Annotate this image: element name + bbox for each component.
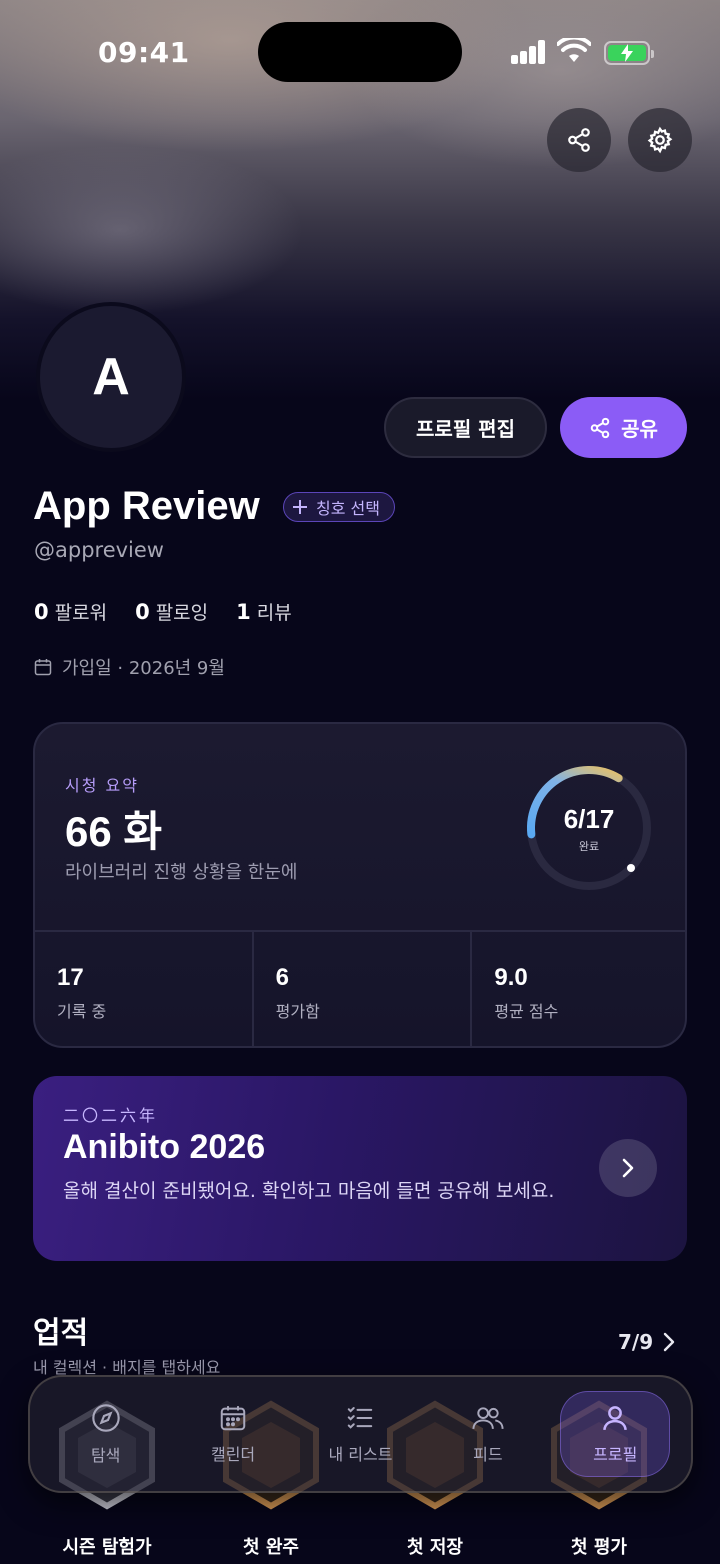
- joined-date: 가입일 · 2026년 9월: [34, 654, 225, 680]
- share-icon: [568, 128, 590, 152]
- recap-kicker: 二〇二六年: [63, 1106, 159, 1125]
- watch-summary-card[interactable]: 시청 요약 66 화 라이브러리 진행 상황을 한눈에 6/17 완료 17 기…: [33, 722, 687, 1048]
- tab-explore[interactable]: 탐색: [51, 1391, 161, 1477]
- people-icon: [472, 1407, 504, 1430]
- dynamic-island: [258, 22, 462, 82]
- chevron-right-icon: [622, 1158, 634, 1178]
- profile-name: App Review: [33, 484, 260, 528]
- share-button-label: 공유: [621, 417, 658, 441]
- tab-label: 캘린더: [210, 1445, 256, 1464]
- badge-name: 첫 완주: [243, 1537, 299, 1558]
- cellular-signal-icon: [511, 40, 547, 64]
- recap-open-button[interactable]: [599, 1139, 657, 1197]
- followers-label: 팔로워: [54, 602, 108, 624]
- stat-rated[interactable]: 6 평가함: [254, 932, 473, 1046]
- following-label: 팔로잉: [155, 602, 209, 624]
- followers-stat[interactable]: 0 팔로워: [34, 598, 107, 625]
- plus-icon: [293, 500, 307, 514]
- follow-stats: 0 팔로워 0 팔로잉 1 리뷰: [34, 598, 292, 625]
- tab-my-list[interactable]: 내 리스트: [305, 1391, 415, 1477]
- followers-count: 0: [34, 600, 49, 624]
- tab-label: 탐색: [90, 1446, 121, 1465]
- achievements-count: 7/9: [618, 1330, 654, 1354]
- badge-name: 첫 저장: [407, 1537, 463, 1558]
- badge-name: 시즌 탐험가: [62, 1537, 152, 1558]
- share-icon: [590, 417, 610, 438]
- following-stat[interactable]: 0 팔로잉: [135, 598, 208, 625]
- badge-name: 첫 평가: [571, 1537, 627, 1558]
- reviews-stat[interactable]: 1 리뷰: [236, 598, 292, 625]
- summary-stats: 17 기록 중 6 평가함 9.0 평균 점수: [35, 930, 685, 1046]
- wifi-icon: [557, 38, 591, 62]
- select-title-chip[interactable]: 칭호 선택: [283, 492, 395, 522]
- status-time: 09:41: [98, 36, 190, 69]
- tab-profile[interactable]: 프로필: [560, 1391, 671, 1477]
- tab-label: 내 리스트: [328, 1445, 393, 1464]
- bottom-tab-bar: 탐색 캘린더 내 리스트 피드 프로필: [28, 1375, 693, 1493]
- joined-text: 가입일 · 2026년 9월: [62, 658, 225, 679]
- select-title-label: 칭호 선택: [316, 499, 380, 518]
- progress-ring-dot: [627, 864, 635, 872]
- tab-calendar[interactable]: 캘린더: [178, 1391, 288, 1477]
- stat-value: 6: [275, 964, 290, 991]
- stat-label: 평가함: [275, 1002, 320, 1021]
- calendar-icon: [220, 1406, 246, 1431]
- stat-value: 17: [57, 964, 84, 991]
- stat-average-score[interactable]: 9.0 평균 점수: [472, 932, 685, 1046]
- progress-label: 완료: [578, 840, 600, 853]
- following-count: 0: [135, 600, 150, 624]
- stat-label: 평균 점수: [494, 1002, 559, 1021]
- tab-feed[interactable]: 피드: [433, 1391, 543, 1477]
- person-icon: [603, 1406, 628, 1431]
- yearly-recap-banner[interactable]: 二〇二六年 Anibito 2026 올해 결산이 준비됐어요. 확인하고 마음…: [33, 1076, 687, 1261]
- achievements-count-link[interactable]: 7/9: [618, 1330, 675, 1354]
- profile-handle: @appreview: [34, 538, 164, 562]
- tab-label: 피드: [473, 1445, 503, 1464]
- battery-icon: [604, 41, 654, 65]
- progress-value: 6/17: [563, 804, 615, 834]
- edit-profile-button[interactable]: 프로필 편집: [384, 397, 547, 458]
- stat-value: 9.0: [494, 964, 528, 991]
- summary-subtitle: 라이브러리 진행 상황을 한눈에: [65, 862, 298, 883]
- compass-icon: [91, 1404, 120, 1432]
- share-profile-button[interactable]: [547, 108, 611, 172]
- share-button[interactable]: 공유: [560, 397, 687, 458]
- summary-label: 시청 요약: [65, 776, 139, 795]
- gear-icon: [647, 126, 673, 154]
- reviews-count: 1: [236, 600, 251, 624]
- settings-button[interactable]: [628, 108, 692, 172]
- summary-value: 66 화: [65, 808, 163, 855]
- achievements-title: 업적: [33, 1316, 89, 1351]
- checklist-icon: [348, 1407, 373, 1429]
- tab-label: 프로필: [593, 1445, 638, 1464]
- stat-tracking[interactable]: 17 기록 중: [35, 932, 254, 1046]
- avatar[interactable]: A: [36, 302, 186, 452]
- chevron-right-icon: [663, 1332, 675, 1352]
- recap-description: 올해 결산이 준비됐어요. 확인하고 마음에 들면 공유해 보세요.: [63, 1180, 555, 1202]
- reviews-label: 리뷰: [256, 602, 292, 624]
- recap-title: Anibito 2026: [63, 1128, 266, 1166]
- calendar-icon: [34, 659, 52, 676]
- stat-label: 기록 중: [57, 1002, 107, 1021]
